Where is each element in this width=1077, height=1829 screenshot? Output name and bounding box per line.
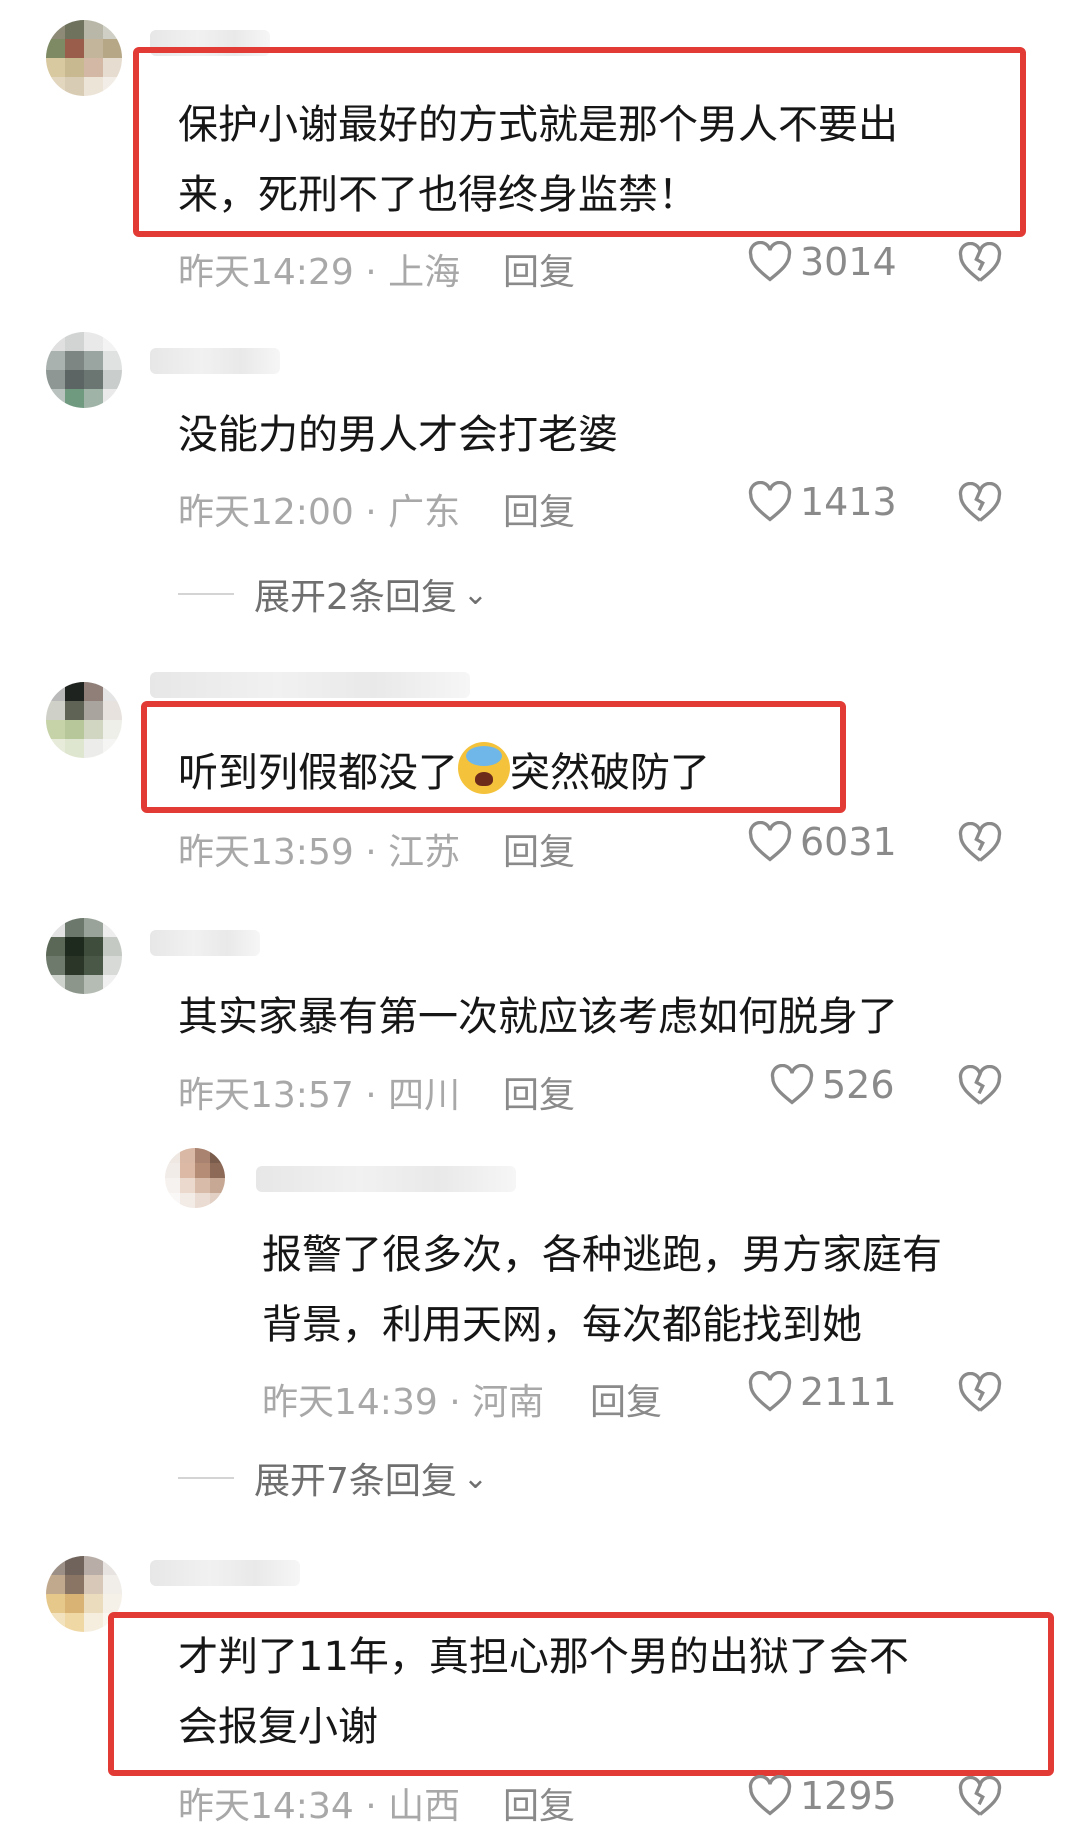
heart-icon [748, 1371, 792, 1412]
broken-heart-icon[interactable] [958, 482, 1002, 524]
like-button[interactable]: 3014 [748, 240, 897, 284]
broken-heart-icon[interactable] [958, 822, 1002, 864]
like-count: 526 [822, 1063, 895, 1107]
like-button[interactable]: 526 [770, 1063, 895, 1107]
avatar[interactable] [46, 20, 122, 96]
like-count: 6031 [800, 820, 897, 864]
highlight-box [108, 1612, 1054, 1776]
comment-meta: 昨天12:00 · 广东 [178, 492, 461, 533]
reply-button[interactable]: 回复 [590, 1373, 662, 1425]
username-blurred[interactable] [150, 672, 470, 698]
username-blurred[interactable] [150, 930, 260, 956]
divider-line [178, 593, 234, 595]
avatar[interactable] [46, 918, 122, 994]
username-blurred[interactable] [150, 1560, 300, 1586]
reply-button[interactable]: 回复 [503, 483, 575, 535]
like-button[interactable]: 6031 [748, 820, 897, 864]
heart-icon [748, 481, 792, 522]
reply-button[interactable]: 回复 [503, 243, 575, 295]
expand-replies-label: 展开7条回复 [254, 1461, 457, 1502]
like-count: 1295 [800, 1774, 897, 1818]
reply-button[interactable]: 回复 [503, 1066, 575, 1118]
highlight-box [141, 701, 846, 813]
reply-meta: 昨天14:39 · 河南 [262, 1382, 545, 1423]
comment-text: 其实家暴有第一次就应该考虑如何脱身了 [178, 994, 898, 1040]
expand-replies-button[interactable]: 展开2条回复 ⌄ [178, 568, 488, 620]
highlight-box [133, 47, 1026, 237]
comment-text: 没能力的男人才会打老婆 [178, 412, 618, 458]
avatar[interactable] [46, 682, 122, 758]
reply-button[interactable]: 回复 [503, 1777, 575, 1829]
broken-heart-icon[interactable] [958, 242, 1002, 284]
heart-icon [770, 1064, 814, 1105]
comment-meta: 昨天14:34 · 山西 [178, 1786, 461, 1827]
avatar[interactable] [165, 1148, 225, 1208]
broken-heart-icon[interactable] [958, 1065, 1002, 1107]
reply-text: 报警了很多次，各种逃跑，男方家庭有 [262, 1232, 942, 1278]
heart-icon [748, 1775, 792, 1816]
username-blurred[interactable] [150, 348, 280, 374]
chevron-down-icon: ⌄ [462, 1460, 489, 1496]
username-blurred[interactable] [256, 1166, 516, 1192]
like-count: 3014 [800, 240, 897, 284]
comment-meta: 昨天13:59 · 江苏 [178, 832, 461, 873]
expand-replies-button[interactable]: 展开7条回复 ⌄ [178, 1452, 488, 1504]
heart-icon [748, 821, 792, 862]
like-button[interactable]: 1295 [748, 1774, 897, 1818]
broken-heart-icon[interactable] [958, 1372, 1002, 1414]
expand-replies-label: 展开2条回复 [254, 577, 457, 618]
avatar[interactable] [46, 332, 122, 408]
like-count: 2111 [800, 1370, 897, 1414]
divider-line [178, 1477, 234, 1479]
reply-button[interactable]: 回复 [503, 823, 575, 875]
like-count: 1413 [800, 480, 897, 524]
like-button[interactable]: 2111 [748, 1370, 897, 1414]
comment-meta: 昨天13:57 · 四川 [178, 1075, 461, 1116]
comment-meta: 昨天14:29 · 上海 [178, 252, 461, 293]
heart-icon [748, 241, 792, 282]
like-button[interactable]: 1413 [748, 480, 897, 524]
chevron-down-icon: ⌄ [462, 576, 489, 612]
reply-text: 背景，利用天网，每次都能找到她 [262, 1302, 862, 1348]
